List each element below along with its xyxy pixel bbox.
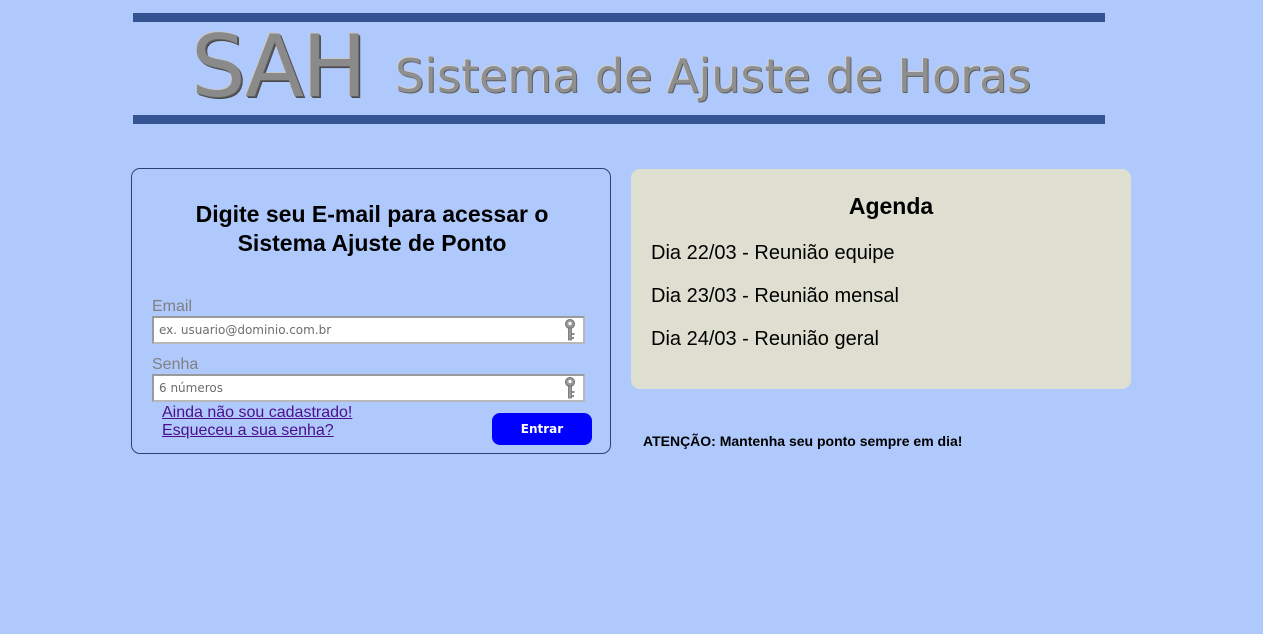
register-link[interactable]: Ainda não sou cadastrado! [162, 404, 352, 422]
key-icon [565, 377, 575, 399]
key-icon [565, 319, 575, 341]
agenda-list: Dia 22/03 - Reunião equipe Dia 23/03 - R… [651, 241, 899, 370]
notice-text: ATENÇÃO: Mantenha seu ponto sempre em di… [643, 433, 963, 449]
email-label: Email [152, 298, 193, 315]
password-input[interactable] [154, 376, 559, 400]
login-button[interactable]: Entrar [492, 413, 592, 445]
agenda-item: Dia 24/03 - Reunião geral [651, 328, 879, 350]
email-input[interactable] [154, 318, 559, 342]
app-subtitle: Sistema de Ajuste de Horas [395, 49, 1032, 103]
app-logo: SAH [191, 17, 367, 117]
password-field-box [152, 374, 585, 402]
login-heading-line2: Sistema Ajuste de Ponto [237, 230, 507, 256]
password-label: Senha [152, 356, 199, 373]
login-form: Digite seu E-mail para acessar o Sistema… [131, 168, 611, 454]
agenda-panel: Agenda Dia 22/03 - Reunião equipe Dia 23… [631, 169, 1131, 389]
email-field-box [152, 316, 585, 344]
login-heading: Digite seu E-mail para acessar o Sistema… [132, 200, 612, 258]
agenda-item: Dia 23/03 - Reunião mensal [651, 285, 899, 307]
header-banner: SAH Sistema de Ajuste de Horas [133, 13, 1105, 124]
banner-bottom-rule [133, 115, 1105, 124]
agenda-title: Agenda [848, 193, 934, 219]
forgot-password-link[interactable]: Esqueceu a sua senha? [162, 422, 334, 440]
login-heading-line1: Digite seu E-mail para acessar o [195, 201, 549, 227]
agenda-item: Dia 22/03 - Reunião equipe [651, 242, 895, 264]
